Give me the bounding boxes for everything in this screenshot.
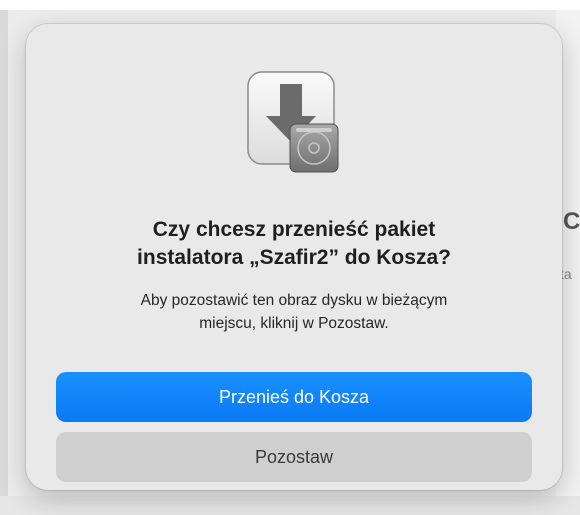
dialog-title-line-1: Czy chcesz przenieść pakiet: [152, 218, 436, 241]
dialog-title-line-2: instalatora „Szafir2” do Kosza?: [137, 246, 451, 269]
dialog-message: Aby pozostawić ten obraz dysku w bieżący…: [66, 289, 522, 335]
dialog-message-line-2: miejscu, kliknij w Pozostaw.: [199, 315, 389, 332]
move-to-trash-dialog: Czy chcesz przenieść pakiet instalatora …: [26, 24, 562, 490]
move-to-trash-button[interactable]: Przenieś do Kosza: [56, 372, 532, 422]
background-window-top: [0, 0, 580, 10]
dialog-title: Czy chcesz przenieść pakiet instalatora …: [66, 216, 522, 272]
background-partial-heading: C: [563, 208, 580, 235]
dialog-message-line-1: Aby pozostawić ten obraz dysku w bieżący…: [140, 292, 448, 309]
background-window-edge: [0, 10, 8, 515]
keep-button[interactable]: Pozostaw: [56, 432, 532, 482]
background-window-bottom: [0, 496, 580, 515]
disk-image-installer-icon: [246, 70, 342, 174]
